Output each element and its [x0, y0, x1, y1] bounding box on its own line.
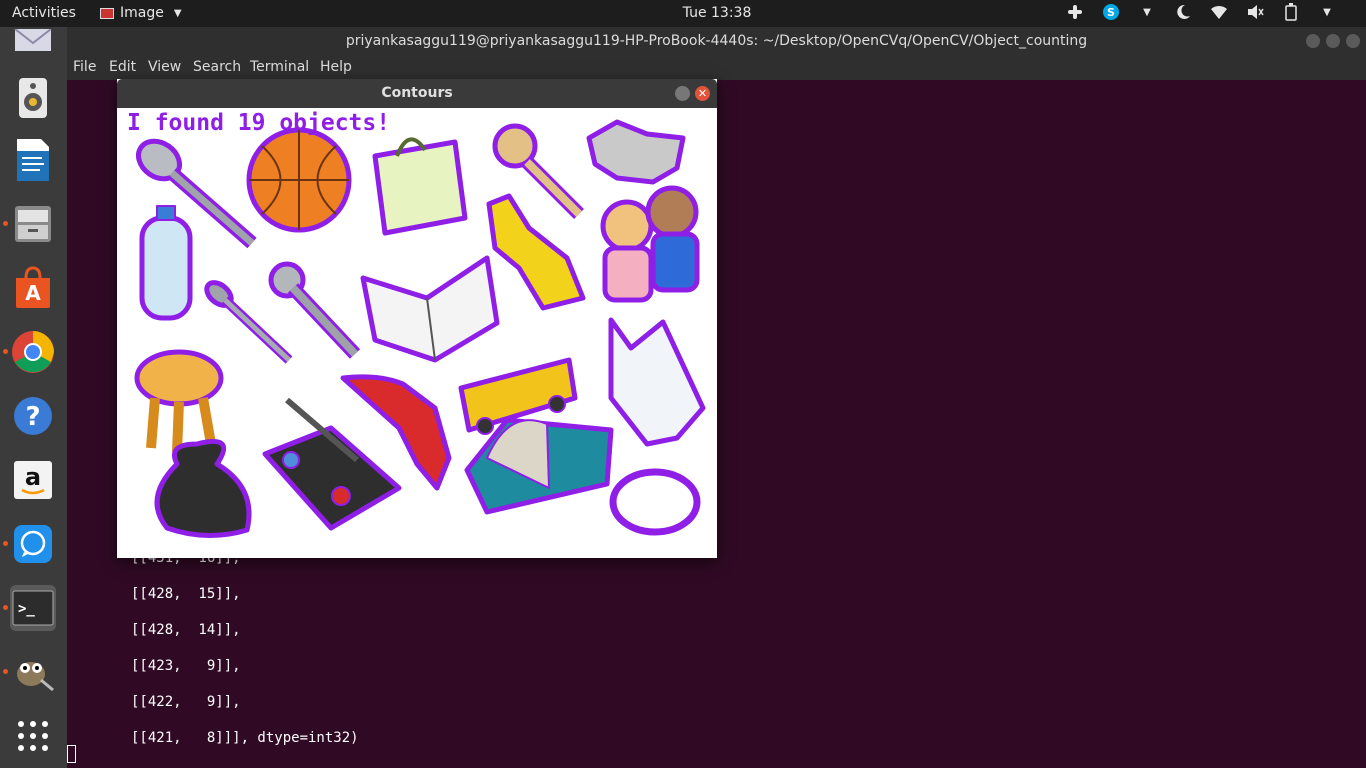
- svg-text:a: a: [25, 463, 41, 491]
- files-icon[interactable]: [10, 201, 56, 247]
- menu-terminal[interactable]: Terminal: [250, 59, 309, 75]
- volume-muted-icon[interactable]: [1246, 3, 1264, 21]
- bottle-object: [139, 205, 193, 321]
- terminal-icon[interactable]: >_: [10, 585, 56, 631]
- contours-image: [134, 119, 706, 538]
- running-indicator: [3, 541, 8, 546]
- terminal-titlebar[interactable]: priyankasaggu119@priyankasaggu119-HP-Pro…: [67, 27, 1366, 55]
- menu-view[interactable]: View: [148, 59, 181, 75]
- screw-object: [268, 261, 361, 359]
- chevron-down-icon[interactable]: ▼: [1138, 3, 1156, 21]
- menu-search[interactable]: Search: [193, 59, 241, 75]
- amazon-icon[interactable]: a: [10, 457, 56, 503]
- help-icon[interactable]: ?: [10, 393, 56, 439]
- minimize-button[interactable]: [675, 86, 690, 101]
- menu-file[interactable]: File: [73, 59, 96, 75]
- terminal-line: [[422, 9]],: [131, 694, 241, 710]
- mail-icon[interactable]: [10, 29, 56, 55]
- running-indicator: [3, 669, 8, 674]
- menu-help[interactable]: Help: [320, 59, 352, 75]
- menu-edit[interactable]: Edit: [109, 59, 136, 75]
- app-grid-icon[interactable]: [10, 713, 56, 759]
- terminal-title: priyankasaggu119@priyankasaggu119-HP-Pro…: [345, 33, 1088, 49]
- object-count-caption: I found 19 objects!: [127, 110, 391, 136]
- terminal-cursor: [67, 745, 76, 763]
- foil-object: [586, 119, 686, 185]
- system-tray[interactable]: S ▼ ▼: [1066, 3, 1336, 21]
- svg-text:>_: >_: [18, 601, 35, 617]
- kids-object: [600, 185, 700, 303]
- basketball-object: [246, 127, 352, 233]
- terminal-line: [[428, 14]],: [131, 622, 241, 638]
- terminal-menubar: File Edit View Search Terminal Help: [67, 55, 1366, 80]
- maximize-button[interactable]: [1326, 34, 1340, 48]
- signal-icon[interactable]: [10, 521, 56, 567]
- stool-object: [134, 349, 224, 453]
- skype-icon[interactable]: S: [1102, 3, 1120, 21]
- rubber-band-object: [609, 468, 701, 536]
- dock: A ? a >_: [0, 27, 67, 768]
- app-store-icon[interactable]: A: [10, 265, 56, 311]
- contours-window[interactable]: Contours ✕ I found 19 objects!: [117, 79, 717, 558]
- night-light-icon[interactable]: [1174, 3, 1192, 21]
- top-bar: Activities Image ▼ Tue 13:38 S ▼ ▼: [0, 0, 1366, 27]
- telegraph-key-object: [262, 397, 402, 531]
- chrome-icon[interactable]: [10, 329, 56, 375]
- speaker-icon[interactable]: [10, 75, 56, 121]
- wifi-icon[interactable]: [1210, 3, 1228, 21]
- close-button[interactable]: [1346, 34, 1360, 48]
- running-indicator: [3, 221, 8, 226]
- system-menu-icon[interactable]: ▼: [1318, 3, 1336, 21]
- shopping-bag-object: [372, 137, 468, 236]
- minimize-button[interactable]: [1306, 34, 1320, 48]
- garbage-bag-object: [154, 439, 252, 538]
- running-indicator: [3, 349, 8, 354]
- book-object: [360, 255, 500, 363]
- running-indicator: [3, 605, 8, 610]
- close-button[interactable]: ✕: [695, 86, 710, 101]
- terminal-line: [[428, 15]],: [131, 586, 241, 602]
- svg-text:S: S: [1107, 6, 1115, 19]
- terminal-line: [[423, 9]],: [131, 658, 241, 674]
- plastic-bag-object: [608, 317, 706, 447]
- contours-title: Contours: [381, 85, 453, 101]
- terminal-line: [[421, 8]]], dtype=int32): [131, 730, 359, 746]
- svg-text:?: ?: [25, 402, 40, 432]
- contours-titlebar[interactable]: Contours: [117, 79, 717, 108]
- gimp-icon[interactable]: [10, 649, 56, 695]
- battery-icon[interactable]: [1282, 3, 1300, 21]
- svg-text:A: A: [25, 281, 41, 305]
- writer-icon[interactable]: [10, 137, 56, 183]
- slack-icon[interactable]: [1066, 3, 1084, 21]
